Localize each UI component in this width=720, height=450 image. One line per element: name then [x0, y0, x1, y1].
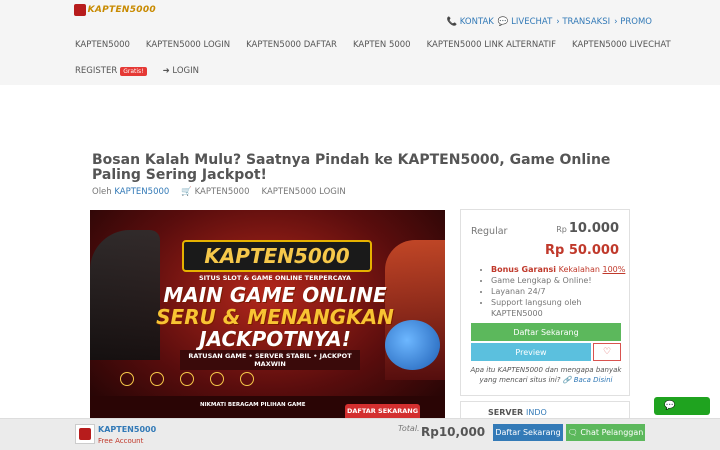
shield-icon [120, 372, 134, 386]
top-links: 📞 KONTAK 💬 LIVECHAT › TRANSAKSI › PROMO [447, 17, 653, 27]
banner-feature-icons [120, 372, 254, 386]
feature-bonus-bold: Bonus Garansi [491, 265, 557, 274]
gift-icon [240, 372, 254, 386]
feature-item: Bonus Garansi Kekalahan 100% [491, 264, 626, 275]
article-meta: Oleh KAPTEN5000 🛒 KAPTEN5000 KAPTEN5000 … [92, 187, 346, 197]
footer-logo-icon [79, 428, 91, 440]
footer-logo [75, 424, 95, 444]
feature-list: Bonus Garansi Kekalahan 100% Game Lengka… [491, 264, 626, 319]
site-header: KAPTEN5000 📞 KONTAK 💬 LIVECHAT › TRANSAK… [0, 0, 720, 85]
banner-subtitle: SITUS SLOT & GAME ONLINE TERPERCAYA [198, 274, 352, 282]
nav-item-kapten5000[interactable]: KAPTEN5000 [75, 40, 130, 50]
footer-product-sub: Free Account [98, 437, 144, 445]
feature-item: Game Lengkap & Online! [491, 275, 626, 286]
banner-strip: RATUSAN GAME • SERVER STABIL • JACKPOT M… [180, 350, 360, 370]
favorite-heart-icon[interactable]: ♡ [593, 343, 621, 361]
meta-byline: Oleh KAPTEN5000 [92, 187, 169, 197]
card-note: Apa itu KAPTEN5000 dan mengapa banyak ya… [465, 365, 627, 385]
tag-link[interactable]: KAPTEN5000 LOGIN [262, 187, 346, 197]
total-label: Total. [398, 424, 420, 433]
register-badge: Gratis! [120, 66, 147, 76]
plan-name: Regular [471, 226, 508, 237]
banner-headline-1: MAIN GAME ONLINE [163, 283, 387, 307]
logo-text: KAPTEN5000 [87, 4, 156, 15]
nav-item-login[interactable]: KAPTEN5000 LOGIN [146, 40, 230, 50]
server-value: INDO [526, 408, 547, 417]
feature-bonus-pct: 100% [602, 265, 626, 274]
author-link[interactable]: KAPTEN5000 [114, 187, 169, 197]
headset-icon [210, 372, 224, 386]
preview-button[interactable]: Preview [471, 343, 591, 361]
daftar-sekarang-button[interactable]: Daftar Sekarang [471, 323, 621, 341]
old-price-value: 10.000 [568, 221, 619, 236]
by-label: Oleh [92, 187, 112, 197]
old-price: Rp 10.000 [556, 221, 619, 236]
banner-headline: MAIN GAME ONLINE SERU & MENANGKAN JACKPO… [145, 284, 405, 350]
nav-item-link-alternatif[interactable]: KAPTEN5000 LINK ALTERNATIF [427, 40, 556, 50]
account-nav: REGISTER Gratis! ➜ LOGIN [75, 66, 199, 76]
new-price: Rp 50.000 [544, 243, 619, 258]
site-logo[interactable]: KAPTEN5000 [74, 3, 156, 16]
nav-item-livechat[interactable]: KAPTEN5000 LIVECHAT [572, 40, 671, 50]
currency-label: Rp [556, 225, 567, 234]
transaksi-link[interactable]: › TRANSAKSI [556, 17, 610, 27]
promo-link[interactable]: › PROMO [614, 17, 652, 27]
feature-item: Layanan 24/7 [491, 286, 626, 297]
nav-item-daftar[interactable]: KAPTEN5000 DAFTAR [246, 40, 337, 50]
login-link[interactable]: ➜ LOGIN [163, 66, 199, 76]
feature-bonus-rest: Kekalahan [558, 265, 600, 274]
feature-item: Support langsung oleh KAPTEN5000 [491, 297, 626, 319]
banner-cta-button[interactable]: DAFTAR SEKARANG [345, 404, 420, 418]
footer-product-name[interactable]: KAPTEN5000 [98, 425, 156, 434]
banner-headline-3: JACKPOTNYA! [199, 327, 351, 351]
sticky-footer: KAPTEN5000 Free Account Total. Rp10,000 … [0, 418, 720, 450]
banner-brand: KAPTEN5000 [182, 240, 372, 272]
nav-item-kapten-5000[interactable]: KAPTEN 5000 [353, 40, 411, 50]
lightning-icon [150, 372, 164, 386]
footer-daftar-button[interactable]: Daftar Sekarang [493, 424, 563, 441]
page-title: Bosan Kalah Mulu? Saatnya Pindah ke KAPT… [92, 152, 611, 183]
livechat-link[interactable]: 💬 LIVECHAT [498, 17, 552, 27]
banner-bottom-text: NIKMATI BERAGAM PILIHAN GAME [200, 402, 306, 408]
category-link[interactable]: 🛒 KAPTEN5000 [181, 187, 249, 197]
logo-mark-icon [74, 3, 86, 16]
promo-banner[interactable]: KAPTEN5000 SITUS SLOT & GAME ONLINE TERP… [90, 210, 445, 418]
main-nav: KAPTEN5000 KAPTEN5000 LOGIN KAPTEN5000 D… [75, 40, 687, 50]
banner-headline-2: SERU & MENANGKAN [156, 305, 394, 329]
chat-float-button[interactable]: 💬 [654, 397, 710, 415]
chat-pelanggan-button[interactable]: 🗨 Chat Pelanggan [566, 424, 645, 441]
kontak-link[interactable]: 📞 KONTAK [447, 17, 494, 27]
baca-disini-link[interactable]: 🔗 Baca Disini [563, 376, 613, 384]
total-value: Rp10,000 [421, 425, 486, 439]
chat-bubble-icon: 💬 [664, 401, 676, 411]
register-link[interactable]: REGISTER [75, 66, 117, 76]
shark-mascot [385, 320, 440, 370]
pricing-card: Regular Rp10.000 Rp 50.000 Bonus Garansi… [460, 209, 630, 396]
trophy-icon [180, 372, 194, 386]
server-label: SERVER [488, 408, 524, 417]
